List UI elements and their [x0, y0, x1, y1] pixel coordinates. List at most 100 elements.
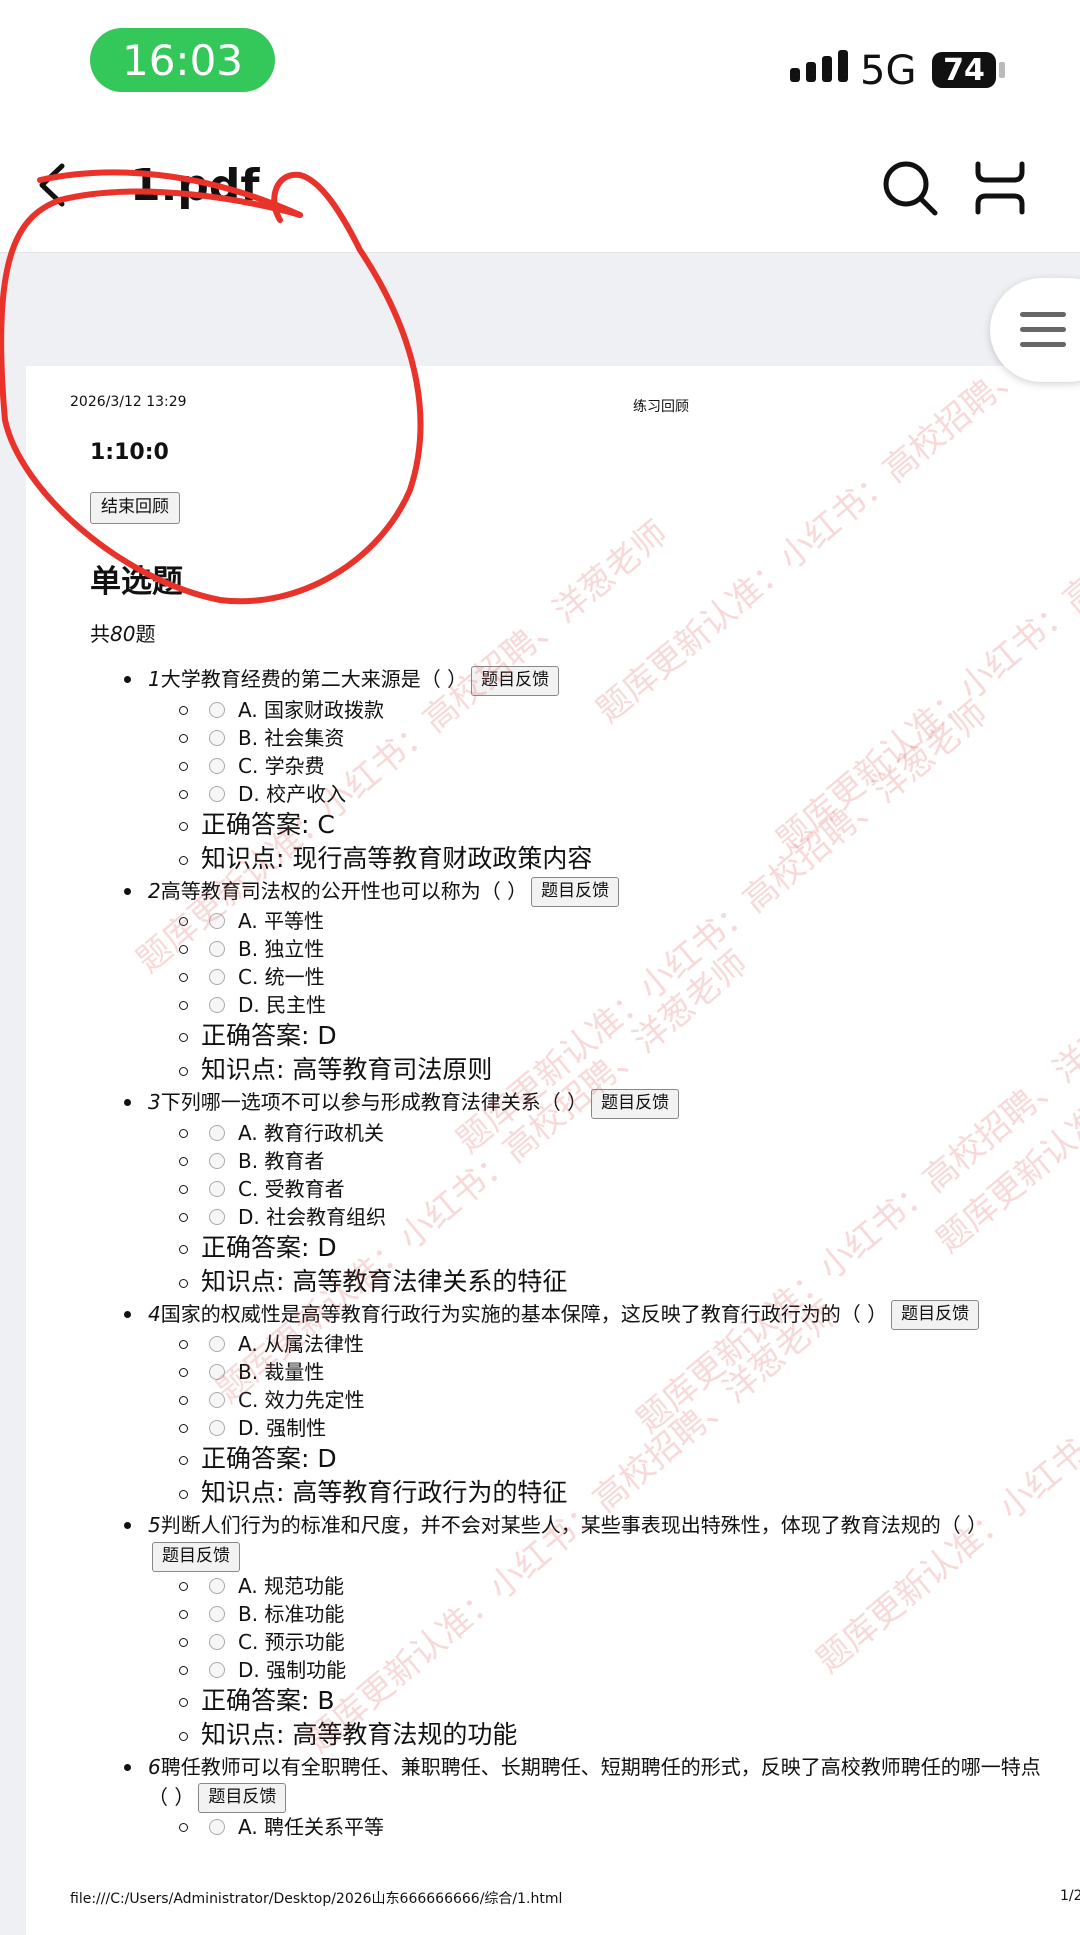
- feedback-button[interactable]: 题目反馈: [471, 665, 560, 696]
- option-radio[interactable]: [209, 1336, 225, 1352]
- option-item: B. 教育者: [26, 1147, 1080, 1175]
- bullet-circle: [179, 1456, 188, 1465]
- answer-value: D: [317, 1021, 337, 1050]
- option-item: B. 裁量性: [26, 1358, 1080, 1386]
- option-item: D. 强制性: [26, 1414, 1080, 1442]
- option-radio[interactable]: [209, 1208, 225, 1225]
- option-radio[interactable]: [209, 1152, 225, 1169]
- option-radio[interactable]: [209, 729, 225, 746]
- option-text: C. 统一性: [238, 965, 325, 989]
- option-radio[interactable]: [209, 941, 225, 957]
- option-radio[interactable]: [209, 1577, 225, 1594]
- answer-label: 正确答案:: [201, 1444, 318, 1473]
- question-item: 2高等教育司法权的公开性也可以称为（ ）题目反馈 A. 平等性 B. 独立性 C. 统…: [26, 876, 1080, 1088]
- option-item: A. 聘任关系平等: [26, 1813, 1080, 1841]
- option-radio[interactable]: [209, 1392, 225, 1408]
- status-time: 16:03: [90, 28, 275, 92]
- option-radio[interactable]: [209, 969, 225, 985]
- feedback-button[interactable]: 题目反馈: [531, 877, 620, 907]
- option-item: C. 学杂费: [26, 752, 1080, 780]
- option-text: C. 预示功能: [238, 1629, 345, 1654]
- print-header-title: 练习回顾: [633, 399, 689, 415]
- chevron-left-icon[interactable]: [30, 160, 80, 210]
- option-item: C. 效力先定性: [26, 1386, 1080, 1414]
- option-text: B. 社会集资: [238, 725, 345, 750]
- answer-value: B: [317, 1685, 335, 1715]
- question-number: 4: [148, 1301, 161, 1326]
- option-item: A. 规范功能: [26, 1572, 1080, 1600]
- bullet-circle: [179, 1609, 188, 1619]
- question-text: 高等教育司法权的公开性也可以称为（ ）: [160, 878, 528, 903]
- bullet-circle: [179, 973, 188, 982]
- bullet-circle: [179, 1156, 188, 1166]
- option-radio[interactable]: [209, 1124, 225, 1141]
- option-radio[interactable]: [209, 997, 225, 1013]
- option-text: D. 校产收入: [238, 781, 347, 806]
- question-stem: 6聘任教师可以有全职聘任、兼职聘任、长期聘任、短期聘任的形式，反映了高校教师聘任…: [26, 1752, 1048, 1813]
- bullet-circle: [179, 1067, 188, 1076]
- knowledge-point: 知识点: 高等教育行政行为的特征: [26, 1476, 1080, 1510]
- answer-label: 正确答案:: [201, 1021, 318, 1050]
- option-item: B. 独立性: [26, 935, 1080, 963]
- option-item: D. 校产收入: [26, 780, 1080, 808]
- bullet-dot: [124, 676, 131, 683]
- answer-label: 正确答案:: [201, 809, 318, 839]
- search-icon[interactable]: [880, 158, 940, 218]
- option-item: A. 平等性: [26, 907, 1080, 935]
- bullet-circle: [179, 1396, 188, 1405]
- option-text: D. 强制功能: [238, 1657, 347, 1682]
- timer: 1:10:0: [90, 440, 169, 465]
- question-number: 2: [148, 878, 161, 903]
- feedback-button[interactable]: 题目反馈: [152, 1541, 240, 1572]
- option-radio[interactable]: [209, 1420, 225, 1436]
- pdf-page: 2026/3/12 13:29 练习回顾 1:10:0 结束回顾 单选题 共80…: [26, 366, 1080, 1935]
- option-radio[interactable]: [209, 1180, 225, 1197]
- option-radio[interactable]: [209, 1819, 225, 1835]
- option-item: A. 从属法律性: [26, 1330, 1080, 1358]
- correct-answer: 正确答案: C: [26, 808, 1080, 842]
- question-number: 1: [148, 667, 161, 691]
- end-review-button[interactable]: 结束回顾: [90, 492, 180, 524]
- bullet-dot: [124, 887, 131, 895]
- option-text: C. 受教育者: [238, 1176, 345, 1201]
- knowledge-point: 知识点: 高等教育法律关系的特征: [26, 1265, 1080, 1299]
- option-text: A. 从属法律性: [238, 1332, 365, 1356]
- knowledge-label: 知识点:: [201, 843, 293, 873]
- option-radio[interactable]: [209, 1661, 225, 1678]
- question-item: 1大学教育经费的第二大来源是（ ）题目反馈 A. 国家财政拨款 B. 社会集资 C. …: [26, 664, 1080, 876]
- answer-value: C: [317, 809, 335, 839]
- feedback-button[interactable]: 题目反馈: [891, 1300, 980, 1330]
- option-radio[interactable]: [209, 701, 225, 718]
- option-text: D. 民主性: [238, 993, 327, 1017]
- correct-answer: 正确答案: D: [26, 1019, 1080, 1053]
- bullet-circle: [179, 945, 188, 954]
- feedback-button[interactable]: 题目反馈: [591, 1088, 680, 1119]
- fold-icon[interactable]: [970, 158, 1030, 218]
- option-radio[interactable]: [209, 1605, 225, 1622]
- signal-icon: [790, 50, 848, 82]
- bullet-circle: [179, 1033, 188, 1042]
- bullet-circle: [179, 1490, 188, 1499]
- nav-bar: 1.pdf: [0, 120, 1080, 253]
- question-stem: 5判断人们行为的标准和尺度，并不会对某些人，某些事表现出特殊性，体现了教育法规的…: [26, 1510, 1048, 1572]
- option-text: B. 标准功能: [238, 1601, 345, 1626]
- option-item: C. 统一性: [26, 963, 1080, 991]
- option-item: B. 社会集资: [26, 724, 1080, 752]
- option-item: D. 民主性: [26, 991, 1080, 1019]
- knowledge-value: 高等教育司法原则: [292, 1055, 493, 1084]
- option-radio[interactable]: [209, 1633, 225, 1650]
- bullet-circle: [179, 1581, 188, 1591]
- question-text: 下列哪一选项不可以参与形成教育法律关系（ ）: [160, 1090, 588, 1114]
- option-radio[interactable]: [209, 785, 225, 802]
- page-title: 1.pdf: [130, 160, 260, 211]
- option-radio[interactable]: [209, 757, 225, 774]
- option-radio[interactable]: [209, 1364, 225, 1380]
- answer-label: 正确答案:: [201, 1685, 318, 1715]
- option-radio[interactable]: [209, 913, 225, 929]
- feedback-button[interactable]: 题目反馈: [198, 1783, 287, 1813]
- count-prefix: 共: [90, 622, 110, 646]
- footer-page-number: 1/2: [1060, 1888, 1080, 1904]
- question-item: 3下列哪一选项不可以参与形成教育法律关系（ ）题目反馈 A. 教育行政机关 B. 教…: [26, 1087, 1080, 1299]
- battery-icon: 74: [932, 52, 996, 88]
- question-count: 共80题: [90, 618, 155, 647]
